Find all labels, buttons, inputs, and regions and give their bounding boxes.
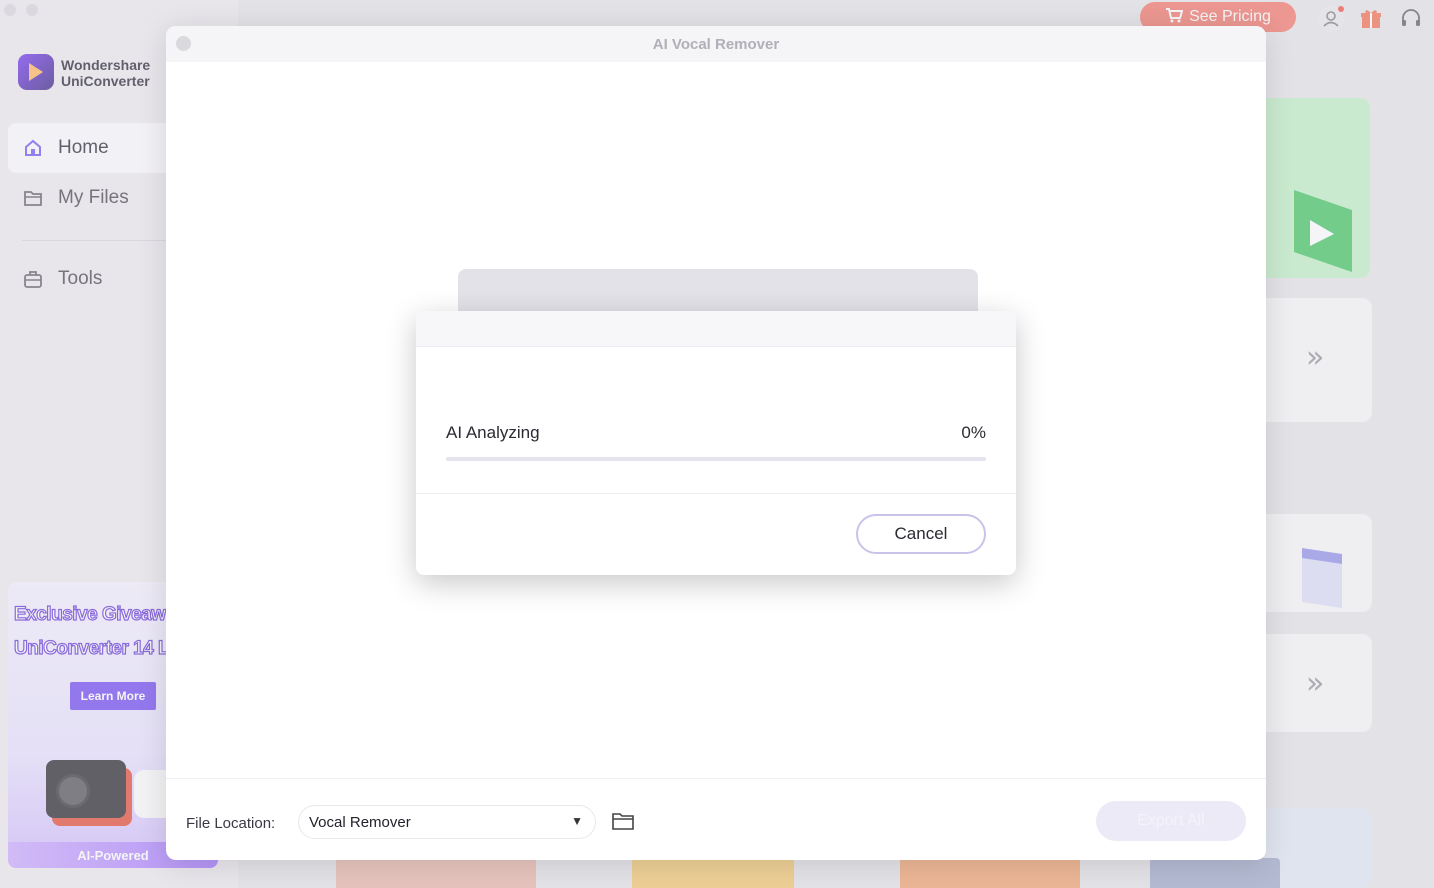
progress-bar [446,457,986,461]
file-location-label: File Location: [186,815,276,832]
progress-dialog: AI Analyzing 0% Cancel [416,311,1016,575]
dialog-divider [416,493,1016,494]
vocal-remover-window: AI Vocal Remover AI Analyzing 0% Cancel … [166,26,1266,860]
window-titlebar: AI Vocal Remover [166,26,1266,62]
open-folder-icon[interactable] [612,812,634,830]
file-location-select[interactable]: Vocal Remover ▼ [298,805,596,839]
file-location-value: Vocal Remover [309,813,411,831]
dialog-header [416,311,1016,347]
window-close-button[interactable] [176,36,191,51]
chevron-down-icon: ▼ [571,814,583,828]
dialog-backdrop-panel [458,269,978,315]
progress-label: AI Analyzing [446,423,540,442]
window-footer: File Location: Vocal Remover ▼ Export Al… [166,778,1266,860]
progress-percent: 0% [961,423,986,442]
cancel-button[interactable]: Cancel [856,514,986,554]
window-title: AI Vocal Remover [652,35,780,53]
export-all-button[interactable]: Export All [1096,801,1246,841]
